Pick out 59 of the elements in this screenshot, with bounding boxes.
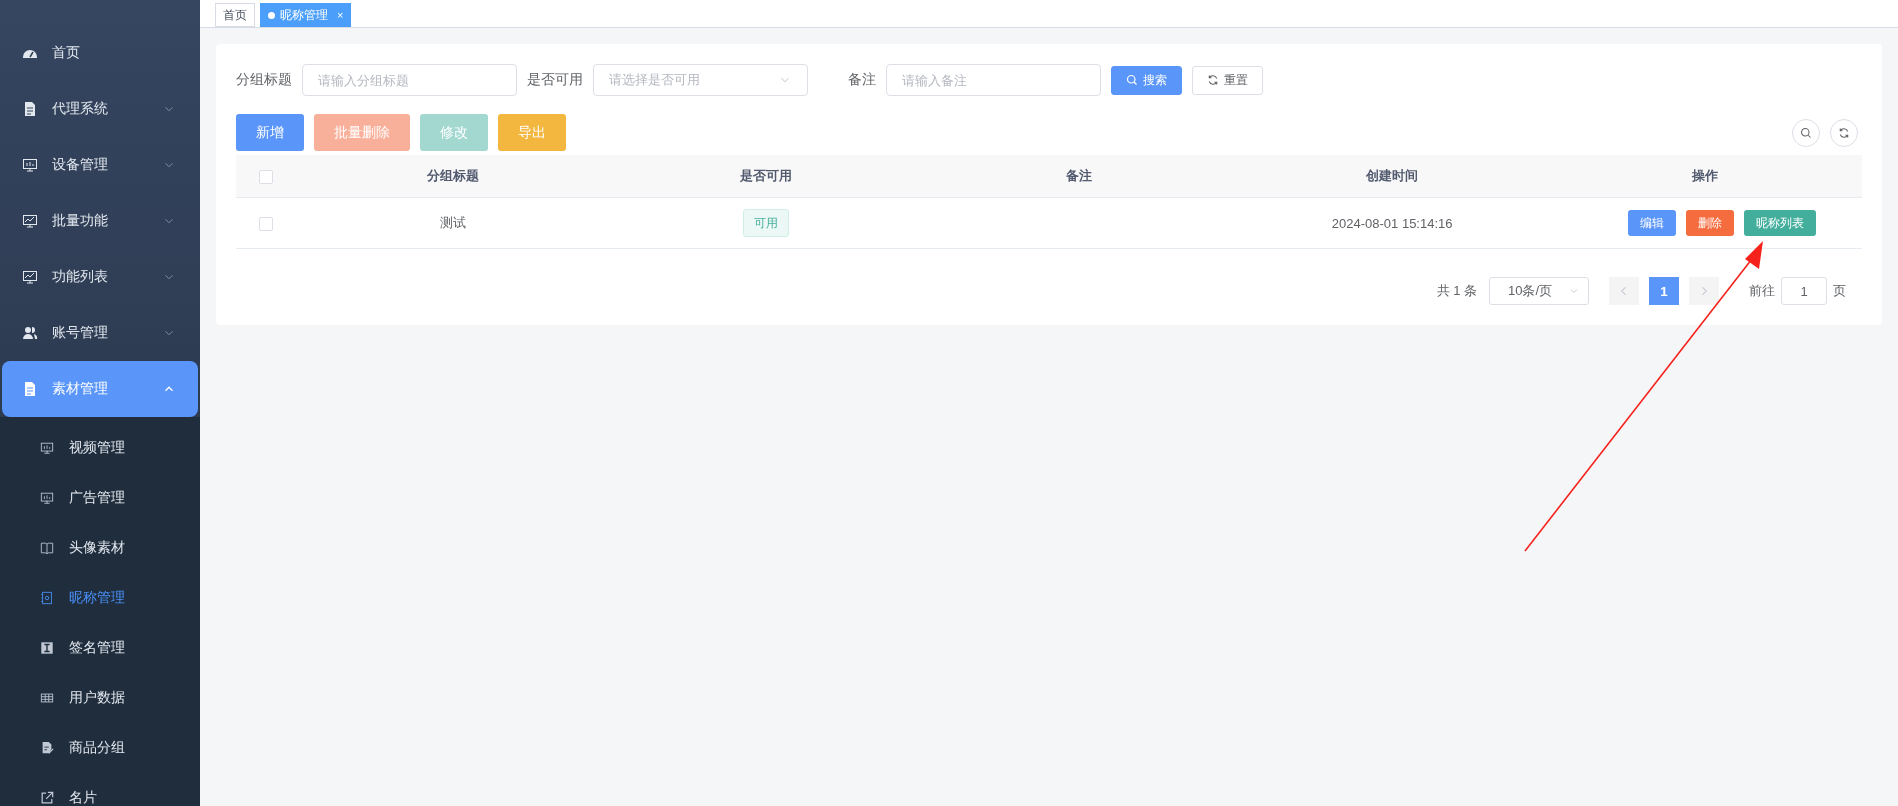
column-header: 分组标题 <box>296 155 610 198</box>
jump-label: 前往 <box>1749 282 1775 300</box>
dot-icon <box>268 11 275 19</box>
document-edit-icon <box>40 741 54 755</box>
sidebar-subitem[interactable]: 视频管理 <box>0 423 200 473</box>
contact-card-icon <box>40 591 54 605</box>
text-cursor-icon <box>40 641 54 655</box>
external-link-icon <box>40 791 54 805</box>
document-icon <box>22 381 38 397</box>
refresh-button[interactable] <box>1830 118 1858 147</box>
sidebar-subitem[interactable]: 广告管理 <box>0 473 200 523</box>
page-suffix: 页 <box>1833 282 1846 300</box>
sidebar-item[interactable]: 账号管理 <box>2 305 198 361</box>
search-icon <box>1800 126 1812 139</box>
column-header: 操作 <box>1548 155 1862 198</box>
monitor-icon <box>40 441 54 455</box>
sidebar-subitem[interactable]: 用户数据 <box>0 673 200 723</box>
select-all-checkbox[interactable] <box>259 169 273 184</box>
field-label: 是否可用 <box>527 71 583 89</box>
sidebar-item[interactable]: 代理系统 <box>2 81 198 137</box>
sidebar-item[interactable]: 批量功能 <box>2 193 198 249</box>
field-label: 备注 <box>848 71 876 89</box>
row-checkbox[interactable] <box>259 216 273 231</box>
chart-monitor-icon <box>22 213 38 229</box>
input-field[interactable]: 请输入备注 <box>886 64 1101 96</box>
sidebar-item[interactable]: 首页 <box>2 25 198 81</box>
sidebar-subitem[interactable]: 签名管理 <box>0 623 200 673</box>
input-field[interactable]: 请输入分组标题 <box>302 64 517 96</box>
page-jump-field[interactable]: 1 <box>1781 277 1827 305</box>
document-icon <box>22 101 38 117</box>
monitor-icon <box>22 157 38 173</box>
table-cell: 测试 <box>439 215 466 230</box>
page-size-select[interactable]: 10条/页 <box>1489 277 1589 305</box>
column-header: 创建时间 <box>1235 155 1549 198</box>
table-cell: 2024-08-01 15:14:16 <box>1331 215 1453 231</box>
total-count: 共 1 条 <box>1436 282 1477 300</box>
next-page-button[interactable] <box>1689 277 1719 305</box>
sidebar-subitem[interactable]: 名片 <box>0 773 200 806</box>
refresh-icon <box>1207 74 1219 86</box>
search-icon <box>1126 74 1138 86</box>
status-tag: 可用 <box>742 209 789 237</box>
reset-button[interactable]: 重置 <box>1192 65 1263 95</box>
sidebar-subitem[interactable]: 商品分组 <box>0 723 200 773</box>
book-icon <box>40 541 54 555</box>
users-icon <box>22 325 38 341</box>
column-header: 是否可用 <box>609 155 923 198</box>
field-label: 分组标题 <box>236 71 292 89</box>
refresh-icon <box>1838 126 1850 139</box>
sidebar-item[interactable]: 设备管理 <box>2 137 198 193</box>
sidebar-subitem[interactable]: 昵称管理 <box>0 573 200 623</box>
tab[interactable]: 首页 <box>215 3 255 27</box>
table-icon <box>40 691 54 705</box>
sidebar-item[interactable]: 功能列表 <box>2 249 198 305</box>
sidebar-subitem[interactable]: 头像素材 <box>0 523 200 573</box>
column-header: 备注 <box>922 155 1236 198</box>
chart-monitor-icon <box>22 269 38 285</box>
previous-page-button[interactable] <box>1609 277 1639 305</box>
monitor-icon <box>40 491 54 505</box>
search-toggle-button[interactable] <box>1792 118 1820 147</box>
